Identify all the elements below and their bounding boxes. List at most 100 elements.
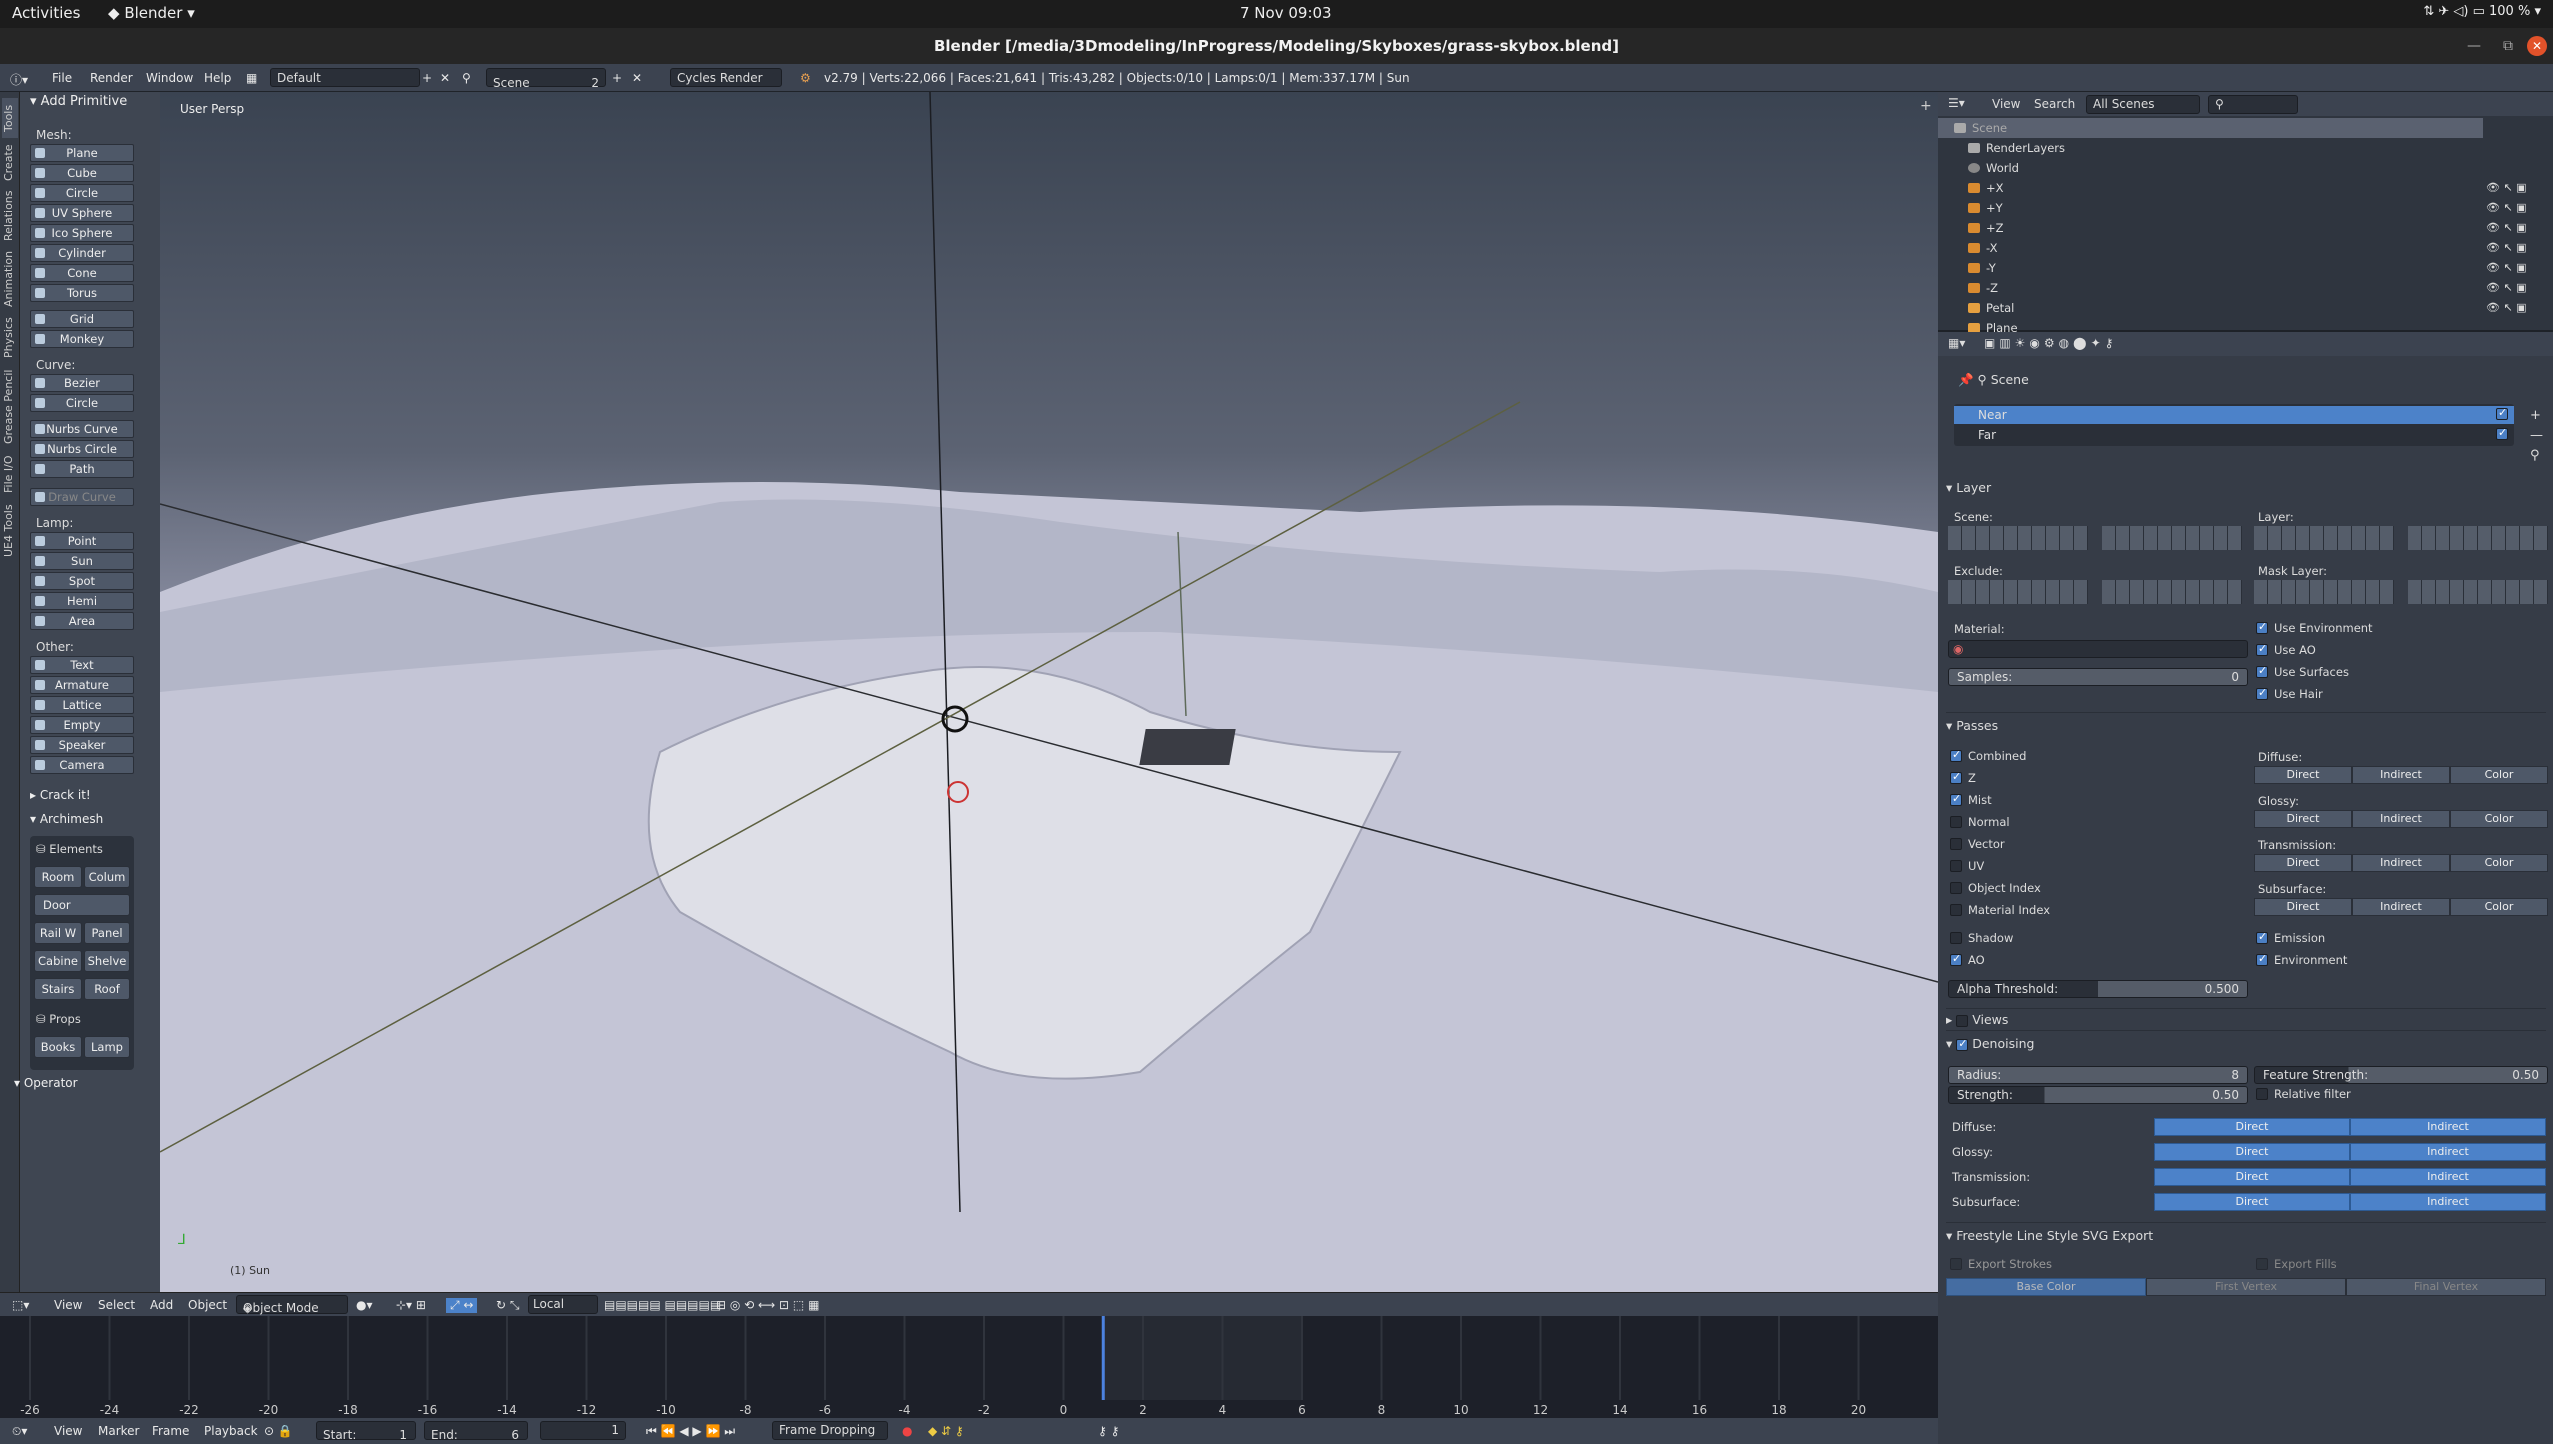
pass-normal-checkbox[interactable] bbox=[1950, 816, 1962, 828]
emission-checkbox[interactable] bbox=[2256, 930, 2268, 944]
denoise-indirect-toggle[interactable]: Indirect bbox=[2350, 1118, 2546, 1136]
tab-tools[interactable]: Tools bbox=[2, 98, 18, 138]
outliner-row-renderlayers[interactable]: RenderLayers bbox=[1938, 138, 2483, 158]
layer-far-toggle[interactable] bbox=[2496, 426, 2508, 440]
draw-curve-button[interactable]: Draw Curve bbox=[30, 488, 134, 506]
outliner-row-pos-z[interactable]: +Z bbox=[1938, 218, 2483, 238]
outliner-row-pos-y[interactable]: +Y bbox=[1938, 198, 2483, 218]
add-torus-button[interactable]: Torus bbox=[30, 284, 134, 302]
outliner-row-scene[interactable]: Scene bbox=[1938, 118, 2483, 138]
sync-mode-selector[interactable]: Frame Dropping bbox=[772, 1421, 888, 1440]
menu-help[interactable]: Help bbox=[204, 71, 231, 85]
pivot-icon[interactable]: ⊹▾ ⊞ bbox=[396, 1298, 426, 1312]
shading-icon[interactable]: ●▾ bbox=[356, 1298, 373, 1312]
scene-selector[interactable]: Scene 2 bbox=[486, 68, 606, 90]
outliner-display-mode[interactable]: All Scenes bbox=[2086, 95, 2200, 114]
use-hair-checkbox[interactable] bbox=[2256, 686, 2268, 700]
pass-direct-button[interactable]: Direct bbox=[2254, 854, 2352, 872]
properties-toggle-icon[interactable]: + bbox=[1920, 98, 1932, 114]
keying-set-icons[interactable]: ⚷ ⚷ bbox=[1098, 1424, 1119, 1438]
layer-list-buttons[interactable]: + — ⚲ bbox=[2530, 406, 2543, 466]
add-speaker-button[interactable]: Speaker bbox=[30, 736, 134, 754]
add-camera-button[interactable]: Camera bbox=[30, 756, 134, 774]
use-environment-checkbox[interactable] bbox=[2256, 620, 2268, 634]
editor-type-icon[interactable]: ⓘ▾ bbox=[10, 71, 28, 88]
add-path-button[interactable]: Path bbox=[30, 460, 134, 478]
books-button[interactable]: Books bbox=[34, 1036, 82, 1058]
radius-field[interactable]: Radius: 8 bbox=[1948, 1066, 2248, 1084]
environment-checkbox[interactable] bbox=[2256, 952, 2268, 966]
tab-relations[interactable]: Relations bbox=[2, 188, 18, 244]
app-menu[interactable]: ◆ Blender ▾ bbox=[108, 4, 195, 22]
denoise-direct-toggle[interactable]: Direct bbox=[2154, 1118, 2350, 1136]
tab-ue4-tools[interactable]: UE4 Tools bbox=[2, 500, 18, 562]
tab-physics[interactable]: Physics bbox=[2, 314, 18, 362]
layout-selector[interactable]: Default bbox=[270, 68, 420, 87]
cabinet-button[interactable]: Cabine bbox=[34, 950, 82, 972]
scene-remove-icon[interactable]: ✕ bbox=[632, 71, 642, 85]
rotate-scale-icon[interactable]: ↻ ⤡ bbox=[496, 1298, 519, 1313]
add-plane-button[interactable]: Plane bbox=[30, 144, 134, 162]
denoise-indirect-toggle[interactable]: Indirect bbox=[2350, 1143, 2546, 1161]
tab-grease-pencil[interactable]: Grease Pencil bbox=[2, 366, 18, 448]
properties-context-tabs[interactable]: ▣▥☀◉⚙◍⬤✦⚷ bbox=[1984, 336, 2117, 350]
pass-direct-button[interactable]: Direct bbox=[2254, 898, 2352, 916]
current-frame-field[interactable]: 1 bbox=[540, 1421, 626, 1440]
keying-icon[interactable]: ⊙ 🔒 bbox=[264, 1424, 293, 1438]
add-circle-button[interactable]: Circle bbox=[30, 184, 134, 202]
shadow-checkbox[interactable] bbox=[1950, 932, 1962, 944]
timeline-menu-view[interactable]: View bbox=[54, 1424, 82, 1438]
outliner-editor-icon[interactable]: ☰▾ bbox=[1948, 96, 1965, 110]
snap-icons[interactable]: ⊟ ◎ ⟲ ⟷ ⊡ ⬚ ▦ bbox=[716, 1298, 819, 1312]
pass-indirect-button[interactable]: Indirect bbox=[2352, 854, 2450, 872]
add-cone-button[interactable]: Cone bbox=[30, 264, 134, 282]
menu-select[interactable]: Select bbox=[98, 1298, 135, 1312]
pin-icon[interactable]: 📌 bbox=[1958, 372, 1978, 387]
freestyle-svg-panel-header[interactable]: ▾ Freestyle Line Style SVG Export bbox=[1946, 1228, 2153, 1243]
3d-viewport[interactable]: User Persp ⅃ (1) Sun + bbox=[160, 92, 1938, 1292]
rail-window-button[interactable]: Rail W bbox=[34, 922, 82, 944]
pass-indirect-button[interactable]: Indirect bbox=[2352, 810, 2450, 828]
exclude-grid-1[interactable] bbox=[1948, 580, 2088, 604]
timeline-menu-playback[interactable]: Playback bbox=[204, 1424, 258, 1438]
operator-header[interactable]: ▾ Operator bbox=[14, 1076, 78, 1090]
add-nurbs-circle-button[interactable]: Nurbs Circle bbox=[30, 440, 134, 458]
room-button[interactable]: Room bbox=[34, 866, 82, 888]
pass-direct-button[interactable]: Direct bbox=[2254, 766, 2352, 784]
ao-checkbox[interactable] bbox=[1950, 952, 1962, 966]
menu-window[interactable]: Window bbox=[146, 71, 193, 85]
timeline-menu-marker[interactable]: Marker bbox=[98, 1424, 139, 1438]
add-sun-lamp-button[interactable]: Sun bbox=[30, 552, 134, 570]
layer-item-near[interactable]: Near bbox=[1954, 406, 2514, 424]
pass-object-index-checkbox[interactable] bbox=[1950, 882, 1962, 894]
minimize-icon[interactable]: — bbox=[2467, 38, 2481, 54]
timeline-menu-frame[interactable]: Frame bbox=[152, 1424, 189, 1438]
render-layers-list[interactable]: Near Far bbox=[1954, 404, 2514, 446]
add-empty-button[interactable]: Empty bbox=[30, 716, 134, 734]
layout-add-icon[interactable]: + bbox=[422, 71, 432, 85]
mask-grid-1[interactable] bbox=[2254, 580, 2394, 604]
pass-vector-checkbox[interactable] bbox=[1950, 838, 1962, 850]
roof-button[interactable]: Roof bbox=[84, 978, 130, 1000]
pass-color-button[interactable]: Color bbox=[2450, 766, 2548, 784]
export-fills-checkbox[interactable] bbox=[2256, 1258, 2268, 1270]
add-primitive-header[interactable]: ▾ Add Primitive bbox=[30, 94, 127, 109]
maximize-icon[interactable]: ⧉ bbox=[2503, 38, 2513, 54]
material-override-field[interactable]: ◉ bbox=[1948, 640, 2248, 658]
samples-field[interactable]: Samples: 0 bbox=[1948, 668, 2248, 686]
system-status[interactable]: ⇅ ✈ ◁) ▭ 100 % ▾ bbox=[2423, 4, 2541, 19]
properties-editor-icon[interactable]: ▦▾ bbox=[1948, 336, 1965, 350]
menu-file[interactable]: File bbox=[52, 71, 72, 85]
add-uv-sphere-button[interactable]: UV Sphere bbox=[30, 204, 134, 222]
menu-render[interactable]: Render bbox=[90, 71, 133, 85]
pass-direct-button[interactable]: Direct bbox=[2254, 810, 2352, 828]
timeline[interactable]: -26 -24 -22 -20 -18 -16 -14 -12 -10 -8 -6 -4 -2 0 2 4 6 8… bbox=[0, 1316, 1938, 1420]
denoise-direct-toggle[interactable]: Direct bbox=[2154, 1168, 2350, 1186]
pass-mist-checkbox[interactable] bbox=[1950, 792, 1962, 806]
tab-file-io[interactable]: File I/O bbox=[2, 452, 18, 496]
add-armature-button[interactable]: Armature bbox=[30, 676, 134, 694]
shelves-button[interactable]: Shelve bbox=[84, 950, 130, 972]
pass-uv-checkbox[interactable] bbox=[1950, 860, 1962, 872]
add-hemi-lamp-button[interactable]: Hemi bbox=[30, 592, 134, 610]
pass-indirect-button[interactable]: Indirect bbox=[2352, 766, 2450, 784]
